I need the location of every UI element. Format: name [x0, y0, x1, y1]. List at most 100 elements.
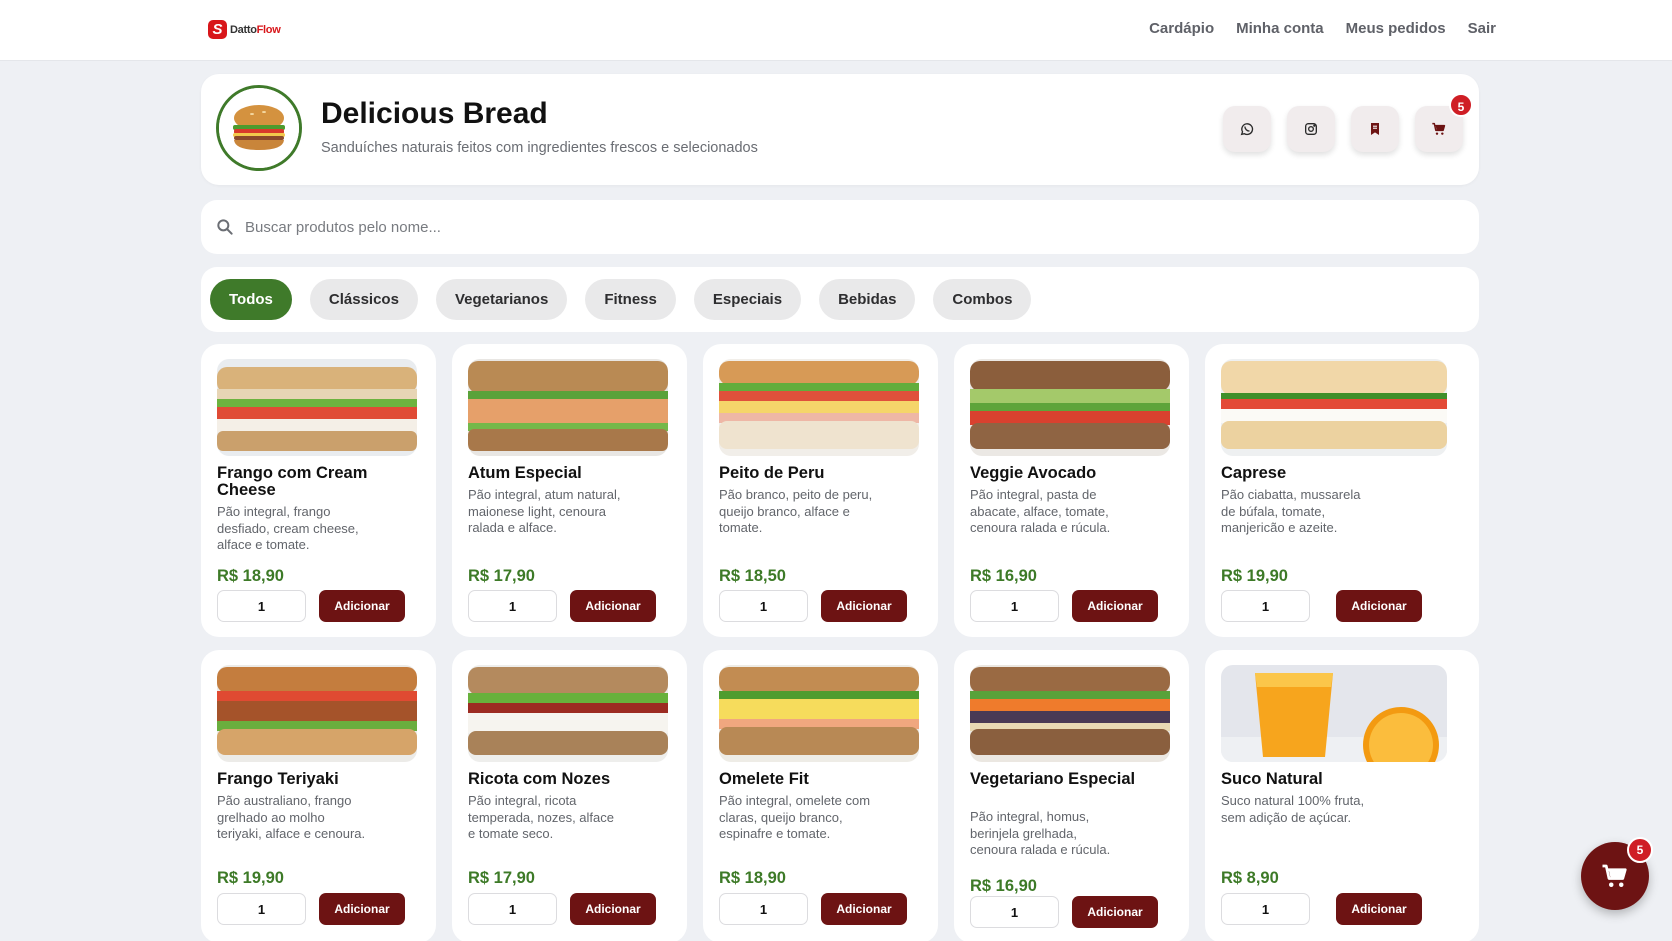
product-name: Peito de Peru	[719, 464, 825, 482]
add-to-cart-button[interactable]: Adicionar	[821, 590, 907, 622]
product-description: Pão ciabatta, mussarela de búfala, tomat…	[1221, 487, 1361, 535]
quantity-input[interactable]	[719, 590, 808, 622]
quantity-input[interactable]	[468, 893, 557, 925]
product-description: Pão integral, ricota temperada, nozes, a…	[468, 793, 614, 841]
product-image	[217, 665, 417, 762]
product-description: Pão integral, frango desfiado, cream che…	[217, 504, 359, 552]
product-card: Omelete Fit Pão integral, omelete com cl…	[703, 650, 938, 941]
product-image	[970, 665, 1170, 762]
sandwich-ricotta-image	[468, 665, 668, 762]
quantity-input[interactable]	[719, 893, 808, 925]
product-card: Caprese Pão ciabatta, mussarela de búfal…	[1205, 344, 1479, 637]
cart-icon	[1602, 864, 1627, 887]
product-card: Veggie Avocado Pão integral, pasta de ab…	[954, 344, 1189, 637]
sandwich-teriyaki-image	[217, 665, 417, 762]
add-to-cart-button[interactable]: Adicionar	[1072, 896, 1158, 928]
main-nav: Cardápio Minha conta Meus pedidos Sair	[1149, 20, 1496, 37]
product-price: R$ 18,90	[217, 567, 284, 585]
product-name: Vegetariano Especial	[970, 770, 1136, 788]
quantity-input[interactable]	[970, 896, 1059, 928]
floating-cart-count-badge: 5	[1627, 837, 1653, 863]
nav-meus-pedidos[interactable]: Meus pedidos	[1346, 20, 1446, 37]
product-description: Suco natural 100% fruta, sem adição de a…	[1221, 793, 1365, 825]
category-filter: Todos Clássicos Vegetarianos Fitness Esp…	[201, 267, 1479, 332]
add-to-cart-button[interactable]: Adicionar	[570, 893, 656, 925]
product-description: Pão integral, homus, berinjela grelhada,…	[970, 809, 1111, 857]
quantity-input[interactable]	[970, 590, 1059, 622]
sandwich-caprese-image	[1221, 359, 1447, 456]
product-price: R$ 17,90	[468, 567, 535, 585]
brand-name: DattoFlow	[230, 23, 281, 36]
whatsapp-button[interactable]	[1223, 106, 1271, 152]
add-to-cart-button[interactable]: Adicionar	[821, 893, 907, 925]
product-description: Pão branco, peito de peru, queijo branco…	[719, 487, 873, 535]
brand-logo[interactable]: S DattoFlow	[208, 20, 281, 39]
product-name: Suco Natural	[1221, 770, 1323, 788]
quantity-input[interactable]	[217, 893, 306, 925]
product-image	[719, 665, 919, 762]
floating-cart-button[interactable]: 5	[1581, 837, 1653, 910]
category-chip-classicos[interactable]: Clássicos	[309, 279, 418, 320]
search-bar	[201, 200, 1479, 254]
bookmark-icon	[1371, 123, 1379, 135]
bookmark-button[interactable]	[1351, 106, 1399, 152]
brand-name-suffix: Flow	[256, 23, 281, 36]
orange-juice-image	[1221, 665, 1447, 762]
category-chip-combos[interactable]: Combos	[933, 279, 1032, 320]
instagram-icon	[1305, 123, 1317, 135]
top-navbar: S DattoFlow Cardápio Minha conta Meus pe…	[0, 0, 1672, 61]
product-image	[970, 359, 1170, 456]
category-chip-bebidas[interactable]: Bebidas	[819, 279, 916, 320]
instagram-button[interactable]	[1287, 106, 1335, 152]
add-to-cart-button[interactable]: Adicionar	[1336, 893, 1422, 925]
cart-icon	[1432, 122, 1446, 135]
product-price: R$ 18,90	[719, 869, 786, 887]
cart-count-badge: 5	[1449, 93, 1473, 117]
category-chip-todos[interactable]: Todos	[210, 279, 292, 320]
product-card: Peito de Peru Pão branco, peito de peru,…	[703, 344, 938, 637]
product-card: Ricota com Nozes Pão integral, ricota te…	[452, 650, 687, 941]
sandwich-omelette-image	[719, 665, 919, 762]
store-logo	[216, 85, 302, 171]
category-chip-vegetarianos[interactable]: Vegetarianos	[435, 279, 568, 320]
category-chip-especiais[interactable]: Especiais	[693, 279, 802, 320]
product-price: R$ 16,90	[970, 877, 1037, 895]
quantity-input[interactable]	[1221, 893, 1310, 925]
product-name: Omelete Fit	[719, 770, 809, 788]
add-to-cart-button[interactable]: Adicionar	[1072, 590, 1158, 622]
quantity-input[interactable]	[217, 590, 306, 622]
brand-name-prefix: Datto	[230, 23, 257, 36]
search-icon	[217, 219, 233, 235]
product-price: R$ 16,90	[970, 567, 1037, 585]
store-tagline: Sanduíches naturais feitos com ingredien…	[321, 140, 758, 156]
product-description: Pão australiano, frango grelhado ao molh…	[217, 793, 366, 841]
product-description: Pão integral, atum natural, maionese lig…	[468, 487, 621, 535]
cart-button[interactable]: 5	[1415, 93, 1473, 152]
product-description: Pão integral, pasta de abacate, alface, …	[970, 487, 1111, 535]
nav-sair[interactable]: Sair	[1468, 20, 1496, 37]
product-card: Suco Natural Suco natural 100% fruta, se…	[1205, 650, 1479, 941]
store-name: Delicious Bread	[321, 97, 548, 130]
add-to-cart-button[interactable]: Adicionar	[319, 893, 405, 925]
sandwich-turkey-image	[719, 359, 919, 456]
nav-cardapio[interactable]: Cardápio	[1149, 20, 1214, 37]
nav-minha-conta[interactable]: Minha conta	[1236, 20, 1324, 37]
add-to-cart-button[interactable]: Adicionar	[570, 590, 656, 622]
product-price: R$ 8,90	[1221, 869, 1279, 887]
product-card: Frango Teriyaki Pão australiano, frango …	[201, 650, 436, 941]
product-card: Frango com Cream Cheese Pão integral, fr…	[201, 344, 436, 637]
search-input[interactable]	[245, 210, 1445, 244]
category-chip-fitness[interactable]: Fitness	[585, 279, 676, 320]
product-name: Frango Teriyaki	[217, 770, 339, 788]
product-description: Pão integral, omelete com claras, queijo…	[719, 793, 871, 841]
quantity-input[interactable]	[468, 590, 557, 622]
quantity-input[interactable]	[1221, 590, 1310, 622]
product-image	[468, 359, 668, 456]
sandwich-chicken-image	[217, 359, 417, 456]
product-price: R$ 19,90	[1221, 567, 1288, 585]
add-to-cart-button[interactable]: Adicionar	[319, 590, 405, 622]
product-name: Caprese	[1221, 464, 1287, 482]
add-to-cart-button[interactable]: Adicionar	[1336, 590, 1422, 622]
product-image	[1221, 665, 1447, 762]
sandwich-avocado-image	[970, 359, 1170, 456]
